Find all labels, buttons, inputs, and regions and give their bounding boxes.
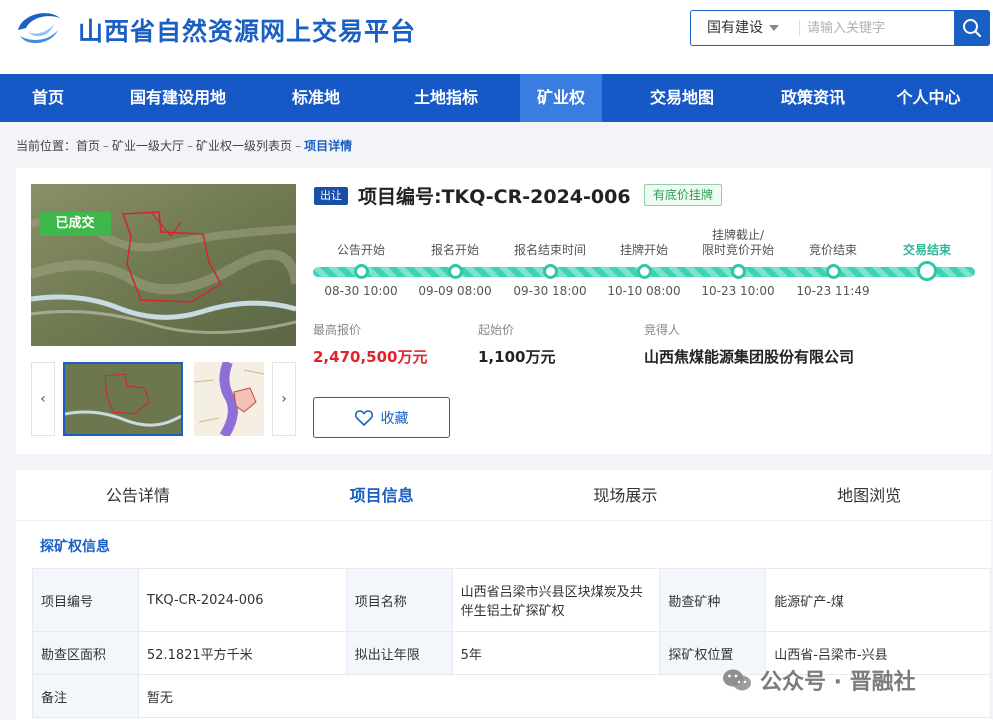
favorite-button-label: 收藏: [380, 410, 409, 427]
search-box: 国有建设: [690, 10, 990, 46]
breadcrumb-item-home[interactable]: 首页: [76, 139, 100, 153]
breadcrumb: 当前位置：首页 – 矿业一级大厅 – 矿业权一级列表页 – 项目详情: [16, 137, 352, 154]
table-value: 能源矿产-煤: [765, 568, 991, 632]
tab-announcement[interactable]: 公告详情: [16, 470, 260, 520]
nav-item-policy-news[interactable]: 政策资讯: [762, 74, 864, 122]
chevron-right-icon: ›: [281, 391, 287, 407]
nav-item-trade-map[interactable]: 交易地图: [602, 74, 762, 122]
nav-item-mining-rights[interactable]: 矿业权: [520, 74, 602, 122]
search-category-select[interactable]: 国有建设: [691, 11, 799, 45]
project-main-image[interactable]: 已成交: [31, 184, 296, 346]
timeline-step-time: 10-23 10:00: [701, 284, 775, 298]
detail-tabs: 公告详情 项目信息 现场展示 地图浏览: [16, 470, 991, 521]
timeline-step-label: 公告开始: [336, 243, 385, 257]
timeline-step-label: 报名开始: [430, 243, 479, 257]
tab-site-display[interactable]: 现场展示: [504, 470, 748, 520]
logo-icon[interactable]: [14, 8, 64, 48]
timeline-step-dot: [448, 264, 463, 279]
timeline-step-dot: [826, 264, 841, 279]
satellite-map-image: [31, 184, 296, 346]
site-title[interactable]: 山西省自然资源网上交易平台: [78, 12, 416, 48]
breadcrumb-prefix: 当前位置：: [16, 139, 77, 153]
breadcrumb-separator: –: [295, 139, 302, 153]
table-key: 勘查区面积: [32, 631, 139, 675]
table-key: 项目名称: [345, 568, 453, 632]
timeline-step-dot: [731, 264, 746, 279]
breadcrumb-item-list[interactable]: 矿业权一级列表页: [196, 139, 292, 153]
highest-price-value: 2,470,500万元: [313, 348, 428, 366]
chevron-left-icon: ‹: [40, 391, 46, 407]
thumbnail-next-button[interactable]: ›: [272, 362, 296, 436]
transaction-type-tag: 出让: [314, 187, 348, 205]
nav-item-user-center[interactable]: 个人中心: [864, 74, 993, 122]
timeline-step-label: 竞价结束: [808, 243, 857, 257]
highest-price-label: 最高报价: [313, 323, 362, 337]
timeline-step-time: 09-09 08:00: [418, 284, 492, 298]
table-key: 项目编号: [32, 568, 139, 632]
winner-label: 竞得人: [644, 323, 681, 337]
tab-project-info[interactable]: 项目信息: [260, 470, 504, 520]
favorite-button[interactable]: 收藏: [313, 397, 450, 438]
table-row: 项目编号 TKQ-CR-2024-006 项目名称 山西省吕梁市兴县区块煤炭及共…: [32, 568, 991, 632]
search-icon: [963, 19, 982, 38]
search-button[interactable]: [954, 10, 990, 46]
wechat-icon: [723, 669, 751, 691]
search-divider: [799, 20, 800, 36]
search-input[interactable]: [807, 15, 947, 41]
table-value: 52.1821平方千米: [137, 631, 347, 675]
table-value: 5年: [451, 631, 661, 675]
timeline-step-label: 报名结束时间: [513, 243, 586, 257]
table-value: 山西省吕梁市兴县区块煤炭及共伴生铝土矿探矿权: [451, 568, 661, 632]
thumbnail-map[interactable]: [194, 362, 264, 436]
timeline-step-time: 08-30 10:00: [324, 284, 398, 298]
caret-down-icon: [769, 25, 779, 31]
nav-item-land-quota[interactable]: 土地指标: [372, 74, 520, 122]
satellite-thumbnail-image: [65, 364, 181, 434]
watermark-text: 公众号 · 晋融社: [760, 670, 916, 695]
table-key: 拟出让年限: [345, 631, 453, 675]
map-thumbnail-image: [194, 362, 264, 436]
timeline-step-time: 10-23 11:49: [796, 284, 870, 298]
start-price-label: 起始价: [478, 323, 515, 337]
table-key: 勘查矿种: [659, 568, 767, 632]
timeline-step-dot-current: [917, 261, 937, 281]
timeline-step-dot: [543, 264, 558, 279]
main-nav: 首页 国有建设用地 标准地 土地指标 矿业权 交易地图 政策资讯 个人中心: [0, 74, 993, 122]
timeline-step-time: 09-30 18:00: [513, 284, 587, 298]
project-summary-card: 已成交 ‹ › 出让 项目编号:TKQ-CR-2024-006 有底价挂牌 公告…: [16, 168, 991, 454]
nav-item-standard-land[interactable]: 标准地: [260, 74, 372, 122]
timeline-step-time: 10-10 08:00: [607, 284, 681, 298]
start-price-value: 1,100万元: [478, 348, 556, 366]
project-number-title: 项目编号:TKQ-CR-2024-006: [358, 186, 631, 208]
breadcrumb-separator: –: [187, 139, 194, 153]
timeline-step-label: 交易结束: [902, 243, 951, 257]
watermark: 公众号 · 晋融社: [722, 664, 916, 696]
heart-icon: [354, 409, 373, 426]
timeline-step-dot: [637, 264, 652, 279]
table-value: TKQ-CR-2024-006: [137, 568, 347, 632]
timeline-step-dot: [354, 264, 369, 279]
breadcrumb-separator: –: [103, 139, 110, 153]
section-title: 探矿权信息: [40, 539, 110, 555]
winner-value: 山西焦煤能源集团股份有限公司: [644, 348, 855, 366]
reserve-price-tag: 有底价挂牌: [644, 184, 723, 206]
nav-item-home[interactable]: 首页: [0, 74, 96, 122]
thumbnail-prev-button[interactable]: ‹: [31, 362, 55, 436]
status-badge: 已成交: [39, 212, 111, 236]
progress-timeline: 公告开始 08-30 10:00 报名开始 09-09 08:00 报名结束时间…: [313, 226, 975, 306]
breadcrumb-item-hall[interactable]: 矿业一级大厅: [112, 139, 184, 153]
timeline-step-label: 挂牌开始: [619, 243, 668, 257]
breadcrumb-current: 项目详情: [304, 139, 353, 153]
timeline-step-label: 挂牌截止/ 限时竞价开始: [701, 228, 774, 257]
table-key: 备注: [32, 674, 139, 718]
search-category-label: 国有建设: [707, 20, 763, 36]
site-header: 山西省自然资源网上交易平台 国有建设: [0, 0, 993, 74]
thumbnail-satellite[interactable]: [63, 362, 183, 436]
tab-map-browse[interactable]: 地图浏览: [747, 470, 991, 520]
nav-item-state-land[interactable]: 国有建设用地: [96, 74, 260, 122]
